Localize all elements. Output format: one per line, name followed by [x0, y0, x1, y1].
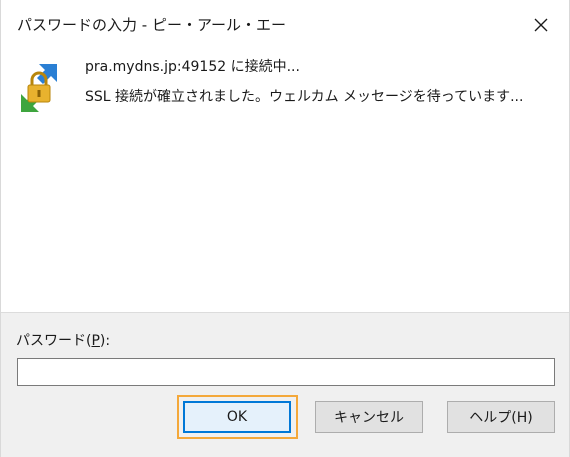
connecting-status-text: pra.mydns.jp:49152 に接続中... [85, 59, 300, 75]
close-icon [534, 18, 548, 32]
password-access-key: P [91, 333, 100, 349]
window-title: パスワードの入力 - ピー・アール・エー [17, 16, 287, 34]
cancel-button[interactable]: キャンセル [315, 401, 423, 433]
connection-status-area: pra.mydns.jp:49152 に接続中... SSL 接続が確立されまし… [1, 50, 569, 312]
ssl-status-text: SSL 接続が確立されました。ウェルカム メッセージを待っています... [85, 89, 524, 105]
title-bar: パスワードの入力 - ピー・アール・エー [1, 0, 569, 50]
ok-button[interactable]: OK [183, 401, 291, 433]
secure-connection-lock-icon [21, 64, 57, 112]
password-dialog: パスワードの入力 - ピー・アール・エー pra.mydns.jp:49152 … [0, 0, 570, 457]
help-button[interactable]: ヘルプ(H) [447, 401, 555, 433]
password-input[interactable] [17, 358, 555, 386]
close-button[interactable] [523, 8, 559, 42]
password-label: パスワード(P): [16, 333, 111, 349]
password-panel: パスワード(P): OK キャンセル ヘルプ(H) [1, 312, 569, 457]
